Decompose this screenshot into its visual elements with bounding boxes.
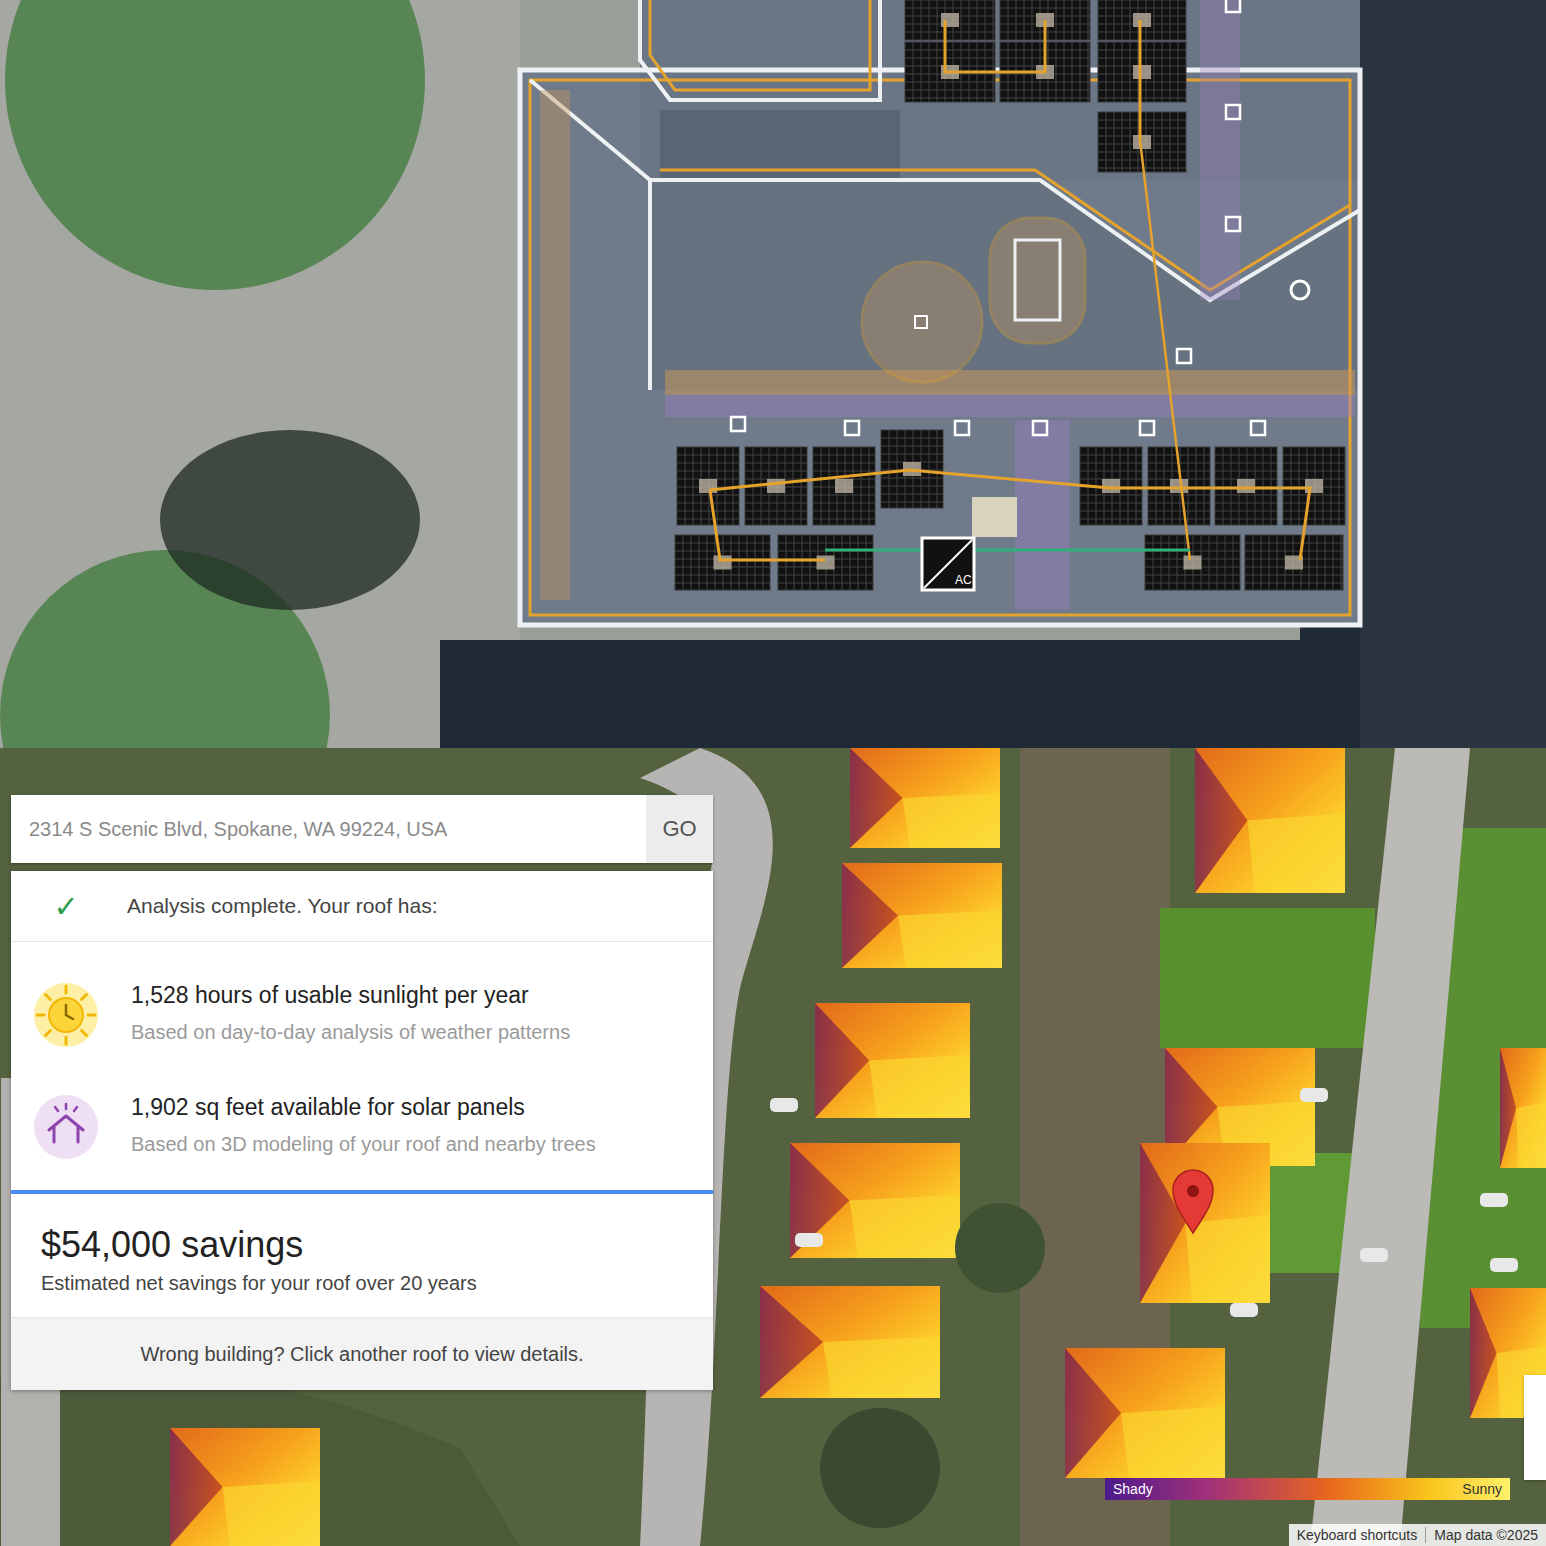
legend-low: Shady <box>1113 1481 1153 1497</box>
savings-section: $54,000 savings Estimated net savings for… <box>11 1194 713 1317</box>
wrong-building-hint[interactable]: Wrong building? Click another roof to vi… <box>11 1317 713 1390</box>
address-field[interactable]: 2314 S Scenic Blvd, Spokane, WA 99224, U… <box>11 795 646 863</box>
stat-list: 1,528 hours of usable sunlight per year B… <box>11 942 713 1190</box>
shade-legend: Shady Sunny <box>1105 1478 1510 1500</box>
stat-item: 1,528 hours of usable sunlight per year B… <box>33 982 713 1048</box>
check-icon: ✓ <box>49 889 83 924</box>
attribution-item[interactable]: Keyboard shortcuts <box>1297 1527 1418 1543</box>
sun-clock-icon <box>33 982 99 1048</box>
map-view[interactable]: 2314 S Scenic Blvd, Spokane, WA 99224, U… <box>0 748 1546 1546</box>
progress-bar <box>11 1190 713 1194</box>
stat-detail: Based on day-to-day analysis of weather … <box>131 1021 570 1044</box>
analysis-card: ✓ Analysis complete. Your roof has: 1,528 … <box>11 871 713 1390</box>
analysis-status: ✓ Analysis complete. Your roof has: <box>11 871 713 942</box>
stat-text: 1,528 hours of usable sunlight per year B… <box>131 982 570 1044</box>
info-panel: 2314 S Scenic Blvd, Spokane, WA 99224, U… <box>11 795 713 1390</box>
stat-text: 1,902 sq feet available for solar panels… <box>131 1094 596 1156</box>
stat-headline: 1,902 sq feet available for solar panels <box>131 1094 596 1121</box>
location-pin-icon <box>1173 1170 1213 1233</box>
attribution-item[interactable]: Map data ©2025 <box>1434 1527 1538 1543</box>
house-icon <box>33 1094 99 1160</box>
search-bar[interactable]: 2314 S Scenic Blvd, Spokane, WA 99224, U… <box>11 795 713 863</box>
inverter-label: AC <box>955 573 972 587</box>
stat-headline: 1,528 hours of usable sunlight per year <box>131 982 570 1009</box>
zoom-control[interactable] <box>1524 1375 1546 1480</box>
solar-design-view: AC <box>0 0 1546 748</box>
legend-high: Sunny <box>1462 1481 1502 1497</box>
separator <box>1425 1527 1426 1543</box>
go-button[interactable]: GO <box>646 795 713 863</box>
stat-detail: Based on 3D modeling of your roof and ne… <box>131 1133 596 1156</box>
stat-item: 1,902 sq feet available for solar panels… <box>33 1094 713 1160</box>
analysis-title: Analysis complete. Your roof has: <box>127 894 438 918</box>
savings-amount: $54,000 savings <box>41 1224 683 1266</box>
map-attribution: Keyboard shortcuts Map data ©2025 <box>1289 1524 1546 1546</box>
savings-caption: Estimated net savings for your roof over… <box>41 1272 683 1295</box>
